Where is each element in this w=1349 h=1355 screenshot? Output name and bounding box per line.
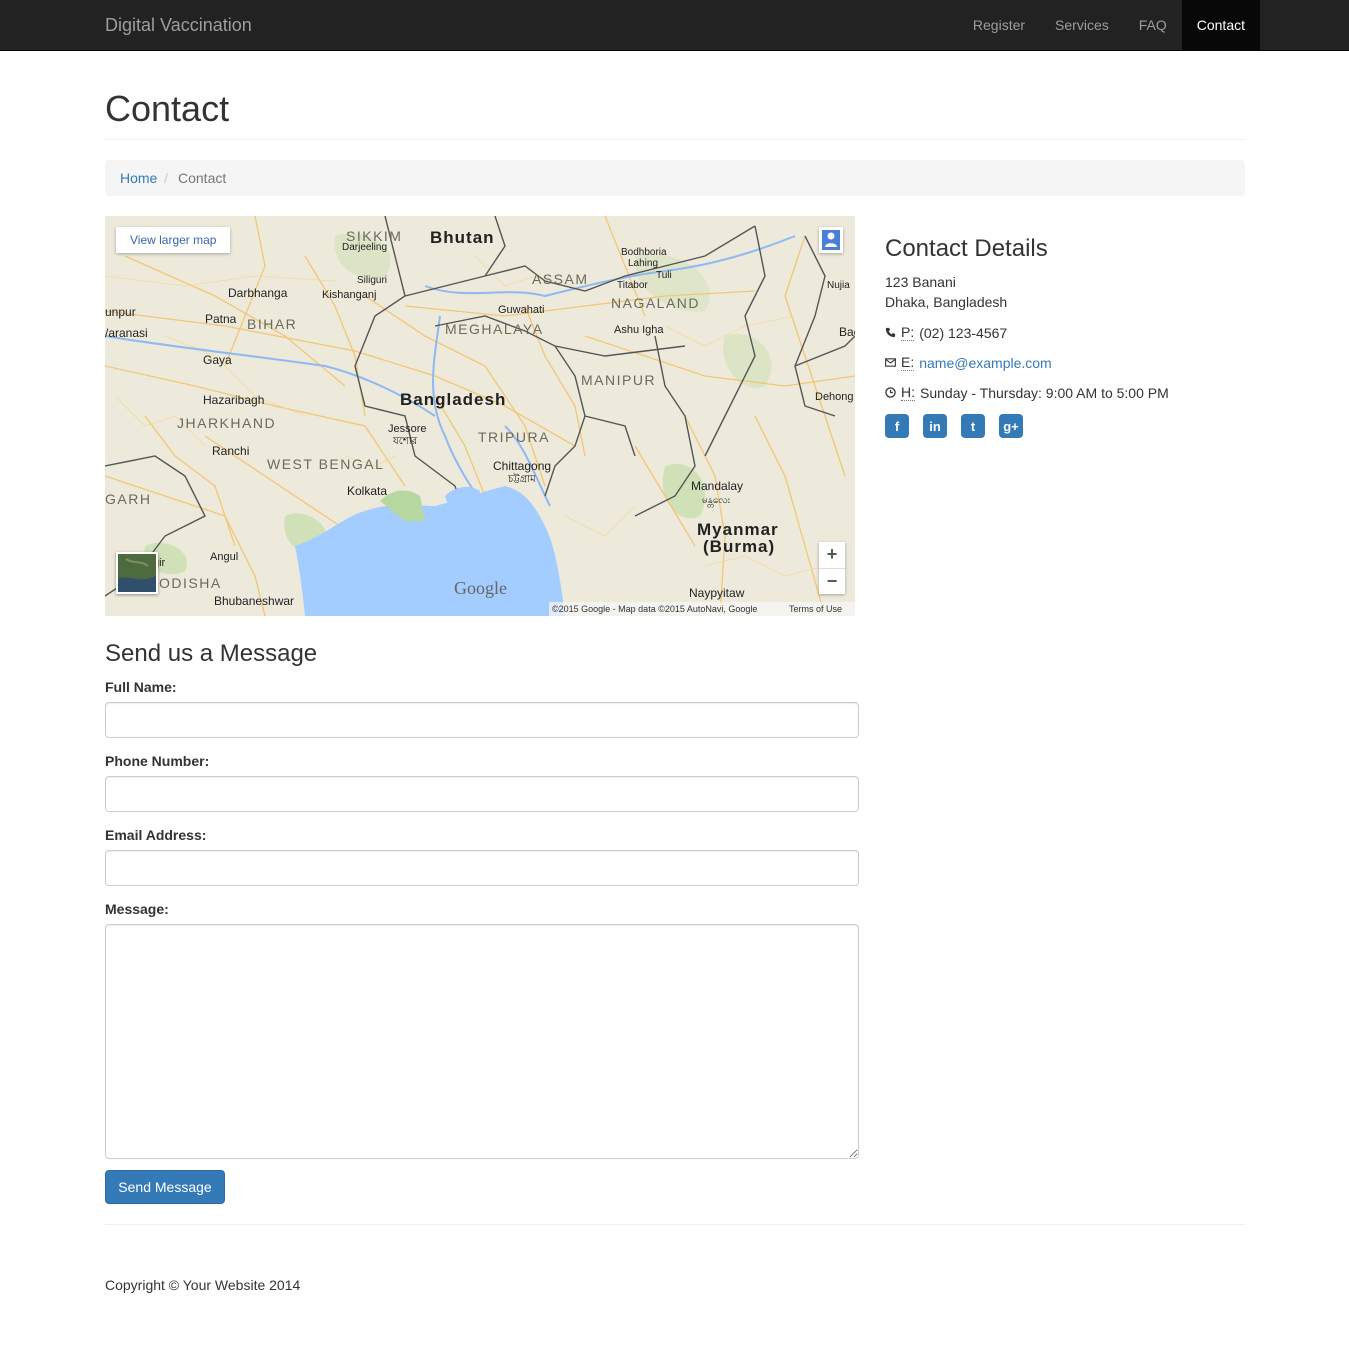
map-label-angul: Angul (210, 551, 239, 563)
hours-row: H: Sunday - Thursday: 9:00 AM to 5:00 PM (885, 384, 1169, 401)
brand-link[interactable]: Digital Vaccination (105, 15, 252, 36)
full-name-input[interactable] (105, 702, 859, 738)
map-label-meghalaya: MEGHALAYA (445, 321, 544, 337)
embedded-map[interactable]: SIKKIM Bhutan Darjeeling Bodhboria Lahin… (105, 216, 855, 616)
map-label-darjeeling: Darjeeling (342, 242, 388, 253)
map-label-titabor: Titabor (617, 280, 648, 291)
map-label-naypyitaw: Naypyitaw (689, 586, 745, 600)
google-plus-icon[interactable]: g+ (999, 414, 1023, 438)
nav-link-contact[interactable]: Contact (1181, 0, 1260, 50)
map-label-hazaribagh: Hazaribagh (203, 393, 265, 407)
copyright-text: Copyright © Your Website 2014 (105, 1277, 301, 1293)
terms-of-use-link[interactable]: Terms of Use (789, 602, 842, 616)
map-label-tripura: TRIPURA (478, 429, 550, 445)
breadcrumb-current: Contact (178, 170, 227, 186)
map-label-mandalay: Mandalay (691, 479, 744, 493)
nav-links: Register Services FAQ Contact (958, 0, 1260, 50)
send-message-heading: Send us a Message (105, 640, 318, 667)
map-label-assam: ASSAM (532, 271, 589, 287)
map-label-kolkata: Kolkata (347, 484, 388, 498)
top-navbar: Digital Vaccination Register Services FA… (0, 0, 1349, 51)
map-label-bangladesh: Bangladesh (400, 390, 507, 409)
phone-row: P: (02) 123-4567 (885, 324, 1007, 341)
map-label-darbhanga: Darbhanga (228, 286, 288, 300)
breadcrumb: Home / Contact (105, 160, 1245, 196)
map-label-garh: GARH (105, 491, 152, 507)
phone-number: (02) 123-4567 (919, 324, 1008, 341)
map-label-guwahati: Guwahati (498, 304, 545, 316)
email-address-label: Email Address: (105, 827, 207, 843)
map-label-nagaland: NAGALAND (611, 295, 701, 311)
clock-icon (885, 387, 896, 398)
message-label: Message: (105, 901, 169, 917)
map-label-bhubaneshwar: Bhubaneshwar (214, 594, 295, 608)
map-label-west-bengal: WEST BENGAL (267, 456, 385, 472)
footer-divider (105, 1224, 1245, 1225)
map-label-varanasi: /aranasi (105, 326, 148, 340)
map-label-burma: (Burma) (703, 537, 776, 556)
map-label-chittagong: Chittagong (493, 459, 552, 473)
breadcrumb-home-link[interactable]: Home (120, 170, 157, 186)
nav-link-faq[interactable]: FAQ (1124, 0, 1182, 50)
map-label-mandalay-my: မန္တလေး (702, 495, 731, 506)
message-textarea[interactable] (105, 924, 859, 1159)
phone-number-input[interactable] (105, 776, 859, 812)
page-title: Contact (105, 88, 230, 129)
map-label-bac: Bac (839, 325, 855, 339)
address-line-1: 123 Banani (885, 274, 956, 290)
map-label-jaunpur: unpur (105, 305, 136, 319)
phone-abbr: P: (901, 324, 915, 341)
map-attribution: ©2015 Google - Map data ©2015 AutoNavi, … (549, 602, 855, 616)
linkedin-icon[interactable]: in (923, 414, 947, 438)
phone-number-label: Phone Number: (105, 753, 210, 769)
breadcrumb-separator: / (164, 170, 168, 186)
email-address-input[interactable] (105, 850, 859, 886)
map-label-jessore-bn: যশোর (393, 436, 418, 447)
satellite-toggle-thumbnail[interactable] (116, 552, 158, 594)
map-label-lahing: Lahing (628, 258, 659, 269)
map-label-kishanganj: Kishanganj (322, 289, 377, 301)
map-label-bodhboria: Bodhboria (621, 247, 667, 258)
full-name-label: Full Name: (105, 679, 177, 695)
map-label-tuli: Tuli (656, 270, 672, 281)
nav-link-services[interactable]: Services (1040, 0, 1124, 50)
map-label-gaya: Gaya (203, 353, 232, 367)
map-label-ashu-igha: Ashu Igha (614, 324, 664, 336)
map-label-manipur: MANIPUR (581, 372, 657, 388)
twitter-icon[interactable]: t (961, 414, 985, 438)
facebook-icon[interactable]: f (885, 414, 909, 438)
view-larger-map-link[interactable]: View larger map (116, 227, 231, 253)
map-zoom-controls: + − (819, 542, 845, 594)
email-abbr: E: (901, 354, 915, 371)
contact-details-heading: Contact Details (885, 235, 1048, 262)
send-message-button[interactable]: Send Message (105, 1170, 225, 1204)
map-label-patna: Patna (205, 312, 237, 326)
hours-abbr: H: (901, 384, 915, 401)
map-label-chittagong-bn: চট্টগ্রাম (508, 474, 536, 485)
zoom-in-button[interactable]: + (819, 542, 845, 568)
map-data-attribution: ©2015 Google - Map data ©2015 AutoNavi, … (552, 604, 758, 614)
google-logo: Google (454, 578, 507, 598)
address-line-2: Dhaka, Bangladesh (885, 294, 1008, 310)
phone-icon (885, 327, 896, 338)
map-label-siliguri: Siliguri (357, 275, 388, 286)
email-link[interactable]: name@example.com (919, 355, 1052, 371)
street-view-pegman-icon[interactable] (819, 227, 843, 253)
map-label-dehong: Dehong (815, 391, 854, 403)
map-label-jharkhand: JHARKHAND (177, 415, 277, 431)
map-label-odisha: ODISHA (159, 575, 222, 591)
envelope-icon (885, 358, 896, 367)
business-hours: Sunday - Thursday: 9:00 AM to 5:00 PM (920, 384, 1169, 401)
zoom-out-button[interactable]: − (819, 568, 845, 595)
title-divider (105, 139, 1245, 140)
map-label-ranchi: Ranchi (212, 444, 250, 458)
email-row: E: name@example.com (885, 354, 1052, 371)
map-label-bhutan: Bhutan (430, 228, 495, 247)
nav-link-register[interactable]: Register (958, 0, 1040, 50)
map-label-nujiang: Nujia (827, 280, 850, 291)
map-label-bihar: BIHAR (247, 316, 298, 332)
